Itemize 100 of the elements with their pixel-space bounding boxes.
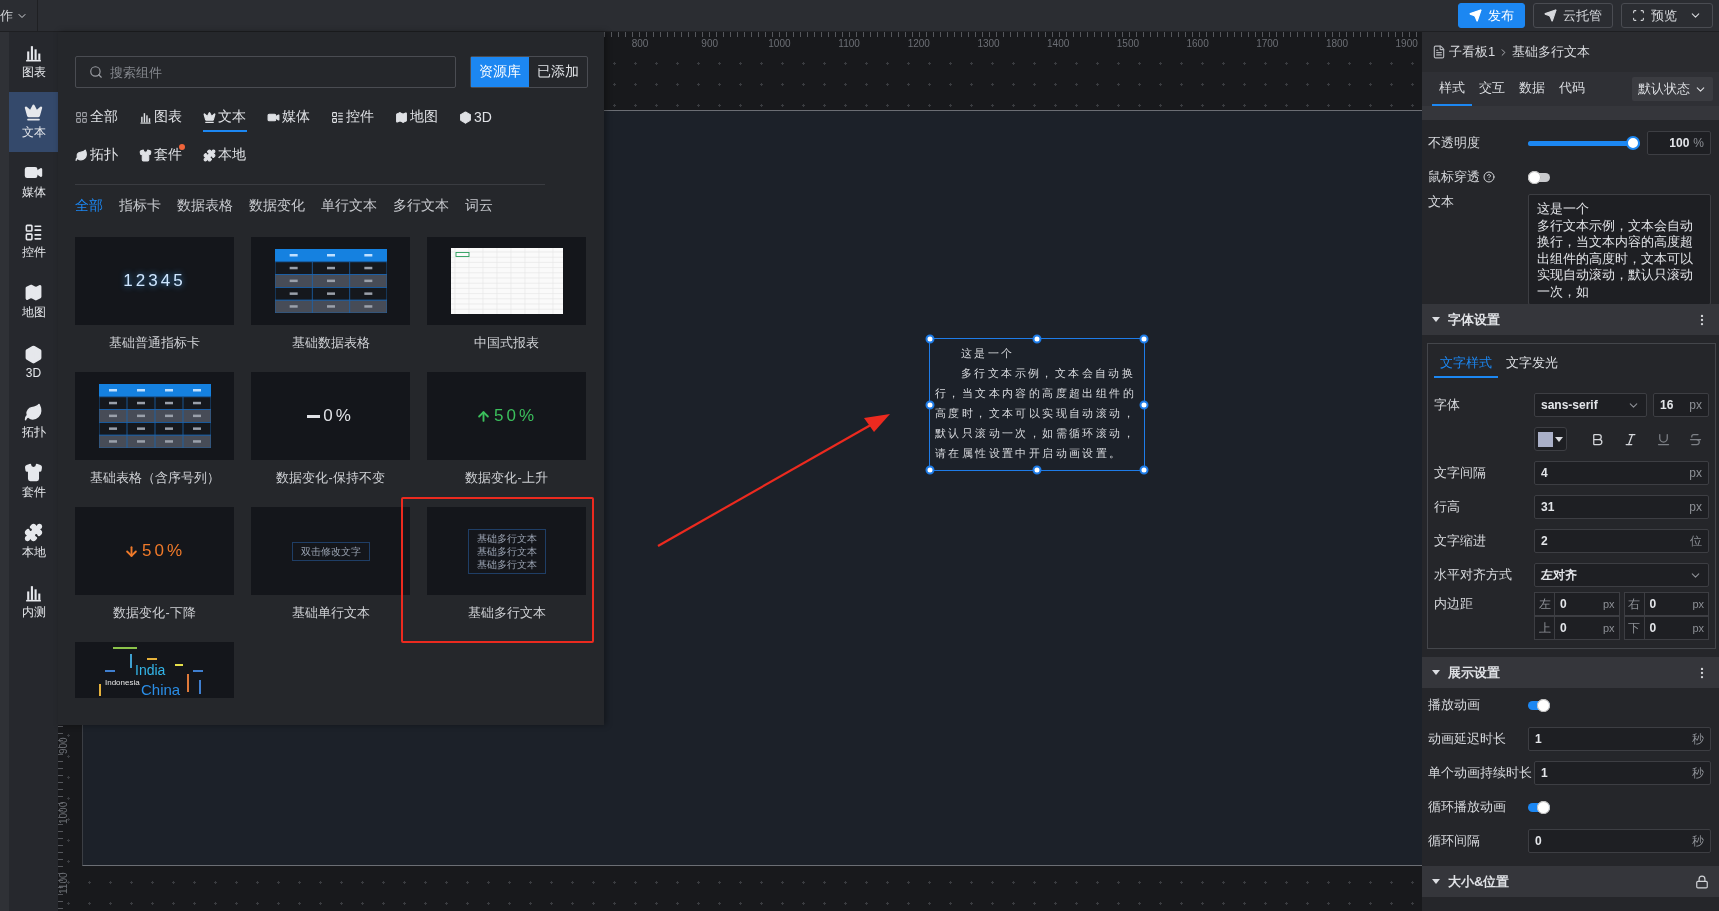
component-thumbnail[interactable]: 12345: [75, 237, 234, 325]
crown-icon: [203, 110, 216, 124]
color-picker[interactable]: [1534, 427, 1567, 451]
sidebar-item[interactable]: 地图: [9, 272, 58, 332]
bar-chart-icon: [24, 43, 43, 62]
component-thumbnail[interactable]: 0%: [251, 372, 410, 460]
preview-text: 基础多行文本: [476, 544, 537, 558]
ruler-label: 1400: [1047, 38, 1070, 49]
section-header[interactable]: 字体设置: [1422, 304, 1719, 335]
resize-handle[interactable]: [925, 334, 935, 344]
component-thumbnail[interactable]: [75, 372, 234, 460]
cloud-button[interactable]: 云托管: [1533, 3, 1613, 28]
sidebar-item[interactable]: 3D: [9, 332, 58, 392]
font-size-input[interactable]: 16 px: [1653, 393, 1709, 417]
opacity-input[interactable]: 100 %: [1647, 131, 1711, 155]
sidebar-item[interactable]: 媒体: [9, 152, 58, 212]
preview-button[interactable]: 预览: [1621, 3, 1713, 28]
source-tab[interactable]: 资源库: [471, 57, 529, 87]
resize-handle[interactable]: [1139, 465, 1149, 475]
source-tab[interactable]: 已添加: [529, 57, 587, 87]
category-tab[interactable]: 图表: [139, 106, 183, 132]
number-input[interactable]: 1 秒: [1528, 727, 1711, 751]
menu-dropdown[interactable]: 作: [0, 0, 38, 31]
search-field[interactable]: 搜索组件: [75, 56, 456, 88]
font-tab[interactable]: 文字发光: [1500, 350, 1564, 378]
document-icon: [1432, 45, 1446, 59]
resize-handle[interactable]: [1032, 465, 1042, 475]
shirt-icon: [24, 463, 43, 482]
inspector-tab[interactable]: 交互: [1472, 72, 1512, 106]
component-thumbnail[interactable]: [251, 237, 410, 325]
number-input[interactable]: 1 秒: [1534, 761, 1711, 785]
padding-input[interactable]: 上 0 px: [1534, 616, 1620, 640]
font-tab[interactable]: 文字样式: [1434, 350, 1498, 378]
resize-handle[interactable]: [925, 400, 935, 409]
bar-chart-icon: [139, 110, 152, 124]
category-tab[interactable]: 控件: [331, 106, 375, 132]
inspector-tab[interactable]: 代码: [1552, 72, 1592, 106]
section-header[interactable]: 展示设置: [1422, 657, 1719, 688]
state-select[interactable]: 默认状态: [1632, 77, 1713, 101]
category-tab[interactable]: 地图: [395, 106, 439, 132]
breadcrumb-item[interactable]: 子看板1: [1449, 43, 1496, 61]
component-thumbnail[interactable]: 双击修改文字: [251, 507, 410, 595]
font-select[interactable]: sans-serif: [1534, 393, 1647, 417]
category-tab[interactable]: 拓扑: [75, 144, 119, 170]
text-area[interactable]: 这是一个 多行文本示例，文本会自动换行，当文本内容的高度超出组件的高度时，文本可以实现自动滚动，默认只滚动一次，如: [1528, 194, 1711, 305]
resize-handle[interactable]: [1139, 334, 1149, 344]
subcategory-tab[interactable]: 数据表格: [177, 197, 233, 215]
number-input[interactable]: 4 px: [1534, 461, 1709, 485]
number-input[interactable]: 0 秒: [1528, 829, 1711, 853]
sidebar-item[interactable]: 图表: [9, 32, 58, 92]
component-title: 数据变化-下降: [113, 605, 196, 622]
category-tab[interactable]: 3D: [459, 106, 503, 132]
subcategory-tab[interactable]: 多行文本: [393, 197, 449, 215]
ruler-label: 1600: [1186, 38, 1209, 49]
component-thumbnail[interactable]: 50%: [75, 507, 234, 595]
toggle-switch[interactable]: [1528, 698, 1550, 712]
subcategory-tab[interactable]: 指标卡: [119, 197, 161, 215]
toggle-switch[interactable]: [1528, 170, 1550, 184]
component-thumbnail[interactable]: 50%: [427, 372, 586, 460]
subcategory-tab[interactable]: 全部: [75, 197, 103, 215]
component-thumbnail[interactable]: 基础多行文本 基础多行文本 基础多行文本: [427, 507, 586, 595]
opacity-slider[interactable]: [1528, 136, 1640, 150]
sidebar-item[interactable]: 拓扑: [9, 392, 58, 452]
subcategory-tab[interactable]: 单行文本: [321, 197, 377, 215]
component-title: 基础单行文本: [291, 605, 370, 622]
category-tab[interactable]: 媒体: [267, 106, 311, 132]
ruler-label: 1900: [1395, 38, 1418, 49]
align-select[interactable]: 左对齐: [1534, 563, 1709, 587]
sidebar-item[interactable]: 文本: [9, 92, 58, 152]
toggle-switch[interactable]: [1528, 800, 1550, 814]
number-input[interactable]: 31 px: [1534, 495, 1709, 519]
shirt-icon: [139, 148, 152, 162]
category-tab[interactable]: 文本: [203, 106, 247, 132]
resize-handle[interactable]: [1032, 334, 1042, 344]
resize-handle[interactable]: [925, 465, 935, 475]
paper-plane-icon: [1469, 9, 1482, 22]
sidebar-item[interactable]: 控件: [9, 212, 58, 272]
category-tab[interactable]: 套件: [139, 144, 183, 170]
subcategory-tab[interactable]: 数据变化: [249, 197, 305, 215]
number-input[interactable]: 2 位: [1534, 529, 1709, 553]
puzzle-icon: [24, 523, 43, 542]
padding-input[interactable]: 右 0 px: [1623, 592, 1709, 616]
padding-input[interactable]: 下 0 px: [1623, 616, 1709, 640]
dash-icon: [307, 414, 321, 418]
sidebar-item[interactable]: 内测: [9, 572, 58, 632]
ruler-label: 900: [701, 38, 719, 49]
search-icon: [89, 65, 103, 79]
inspector-tab[interactable]: 数据: [1512, 72, 1552, 106]
category-tab[interactable]: 本地: [203, 144, 247, 170]
sidebar-item[interactable]: 本地: [9, 512, 58, 572]
publish-button[interactable]: 发布: [1458, 3, 1525, 28]
ruler-label: 1800: [1325, 38, 1349, 49]
component-thumbnail[interactable]: [427, 237, 586, 325]
slider-thumb[interactable]: [1626, 136, 1640, 150]
section-header[interactable]: 大小&位置: [1422, 866, 1719, 897]
subcategory-tab[interactable]: 词云: [465, 197, 493, 215]
resize-handle[interactable]: [1139, 400, 1149, 409]
category-tab[interactable]: 全部: [75, 106, 119, 132]
sidebar-item[interactable]: 套件: [9, 452, 58, 512]
padding-input[interactable]: 左 0 px: [1534, 592, 1620, 616]
